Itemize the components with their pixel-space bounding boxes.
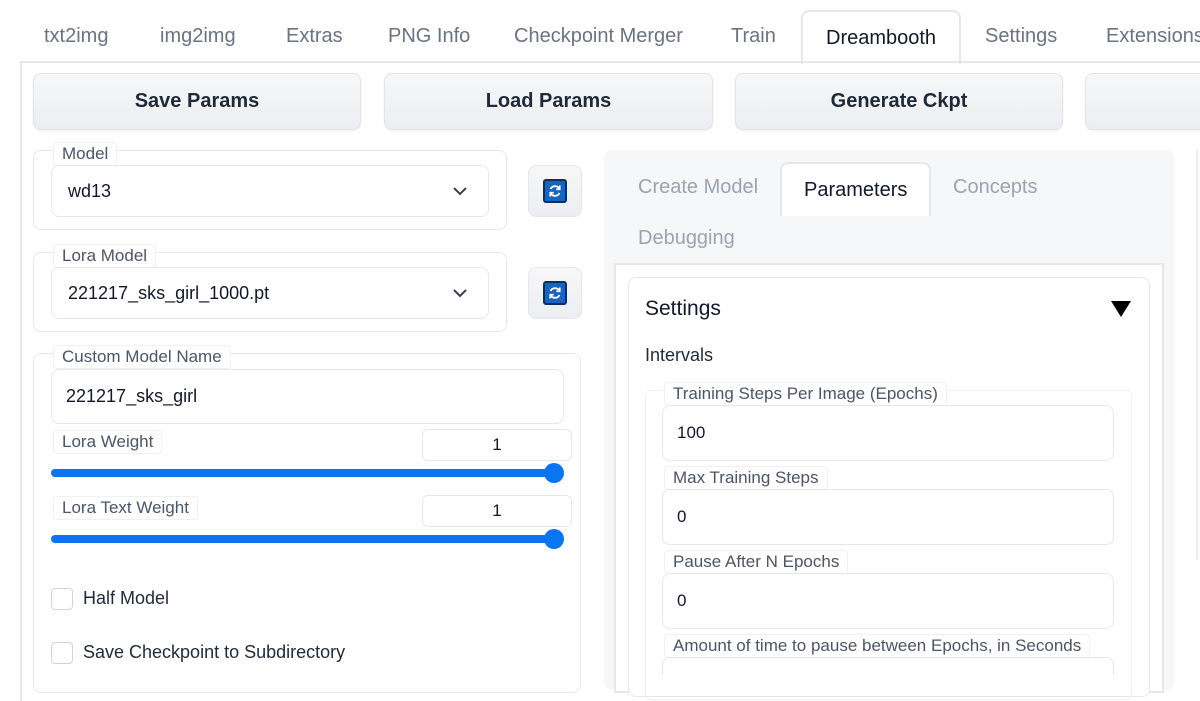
pause-time-between-epochs-label: Amount of time to pause between Epochs, …	[664, 634, 1091, 658]
subtab-parameters[interactable]: Parameters	[780, 162, 932, 216]
top-tab-bar: txt2img img2img Extras PNG Info Checkpoi…	[0, 0, 1200, 64]
generate-ckpt-button[interactable]: Generate Ckpt	[735, 73, 1063, 130]
pause-after-n-epochs-input[interactable]: 0	[662, 573, 1114, 629]
pause-time-between-epochs-input[interactable]	[662, 657, 1114, 675]
lora-weight-number-input[interactable]: 1	[422, 429, 572, 461]
max-training-steps-value: 0	[677, 507, 687, 526]
side-panel-edge	[1196, 150, 1200, 560]
tab-txt2img[interactable]: txt2img	[44, 10, 108, 62]
intervals-heading: Intervals	[645, 345, 714, 365]
settings-accordion-title[interactable]: Settings	[645, 297, 721, 321]
tab-dreambooth[interactable]: Dreambooth	[801, 10, 962, 64]
tab-settings[interactable]: Settings	[985, 10, 1057, 62]
max-training-steps-label: Max Training Steps	[664, 466, 828, 490]
subtab-concepts[interactable]: Concepts	[953, 176, 1038, 199]
half-model-label: Half Model	[83, 588, 170, 608]
lora-model-dropdown[interactable]: 221217_sks_girl_1000.pt	[51, 267, 489, 319]
training-steps-per-image-input[interactable]: 100	[662, 405, 1114, 461]
model-dropdown-value: wd13	[68, 180, 112, 201]
custom-model-name-label: Custom Model Name	[53, 345, 231, 369]
training-steps-per-image-value: 100	[677, 423, 706, 442]
lora-weight-slider[interactable]	[51, 463, 564, 483]
lora-weight-slider-fill	[51, 469, 563, 477]
lora-text-weight-number-input[interactable]: 1	[422, 495, 572, 527]
pause-after-n-epochs-value: 0	[677, 591, 687, 610]
tab-img2img[interactable]: img2img	[160, 10, 236, 62]
refresh-icon	[543, 179, 567, 203]
training-steps-per-image-label: Training Steps Per Image (Epochs)	[664, 382, 947, 406]
model-dropdown[interactable]: wd13	[51, 165, 489, 217]
chevron-down-icon	[453, 187, 467, 196]
save-ckpt-subdirectory-label: Save Checkpoint to Subdirectory	[83, 642, 346, 662]
model-label: Model	[53, 142, 118, 166]
tab-checkpoint-merger[interactable]: Checkpoint Merger	[514, 10, 683, 62]
tab-png-info[interactable]: PNG Info	[388, 10, 470, 62]
refresh-lora-model-button[interactable]	[528, 267, 582, 319]
lora-text-weight-slider[interactable]	[51, 529, 564, 549]
toolbar-button-cut-off[interactable]	[1085, 73, 1200, 130]
half-model-checkbox[interactable]	[51, 588, 73, 610]
tab-extensions[interactable]: Extensions	[1106, 10, 1200, 62]
load-params-button[interactable]: Load Params	[384, 73, 713, 130]
subtab-create-model[interactable]: Create Model	[638, 176, 758, 199]
lora-weight-slider-thumb[interactable]	[544, 463, 564, 483]
lora-text-weight-slider-thumb[interactable]	[544, 529, 564, 549]
tab-train[interactable]: Train	[731, 10, 776, 62]
custom-model-name-input[interactable]: 221217_sks_girl	[51, 369, 564, 424]
lora-text-weight-label: Lora Text Weight	[53, 496, 198, 520]
lora-model-label: Lora Model	[53, 244, 157, 268]
pause-after-n-epochs-label: Pause After N Epochs	[664, 550, 849, 574]
lora-model-dropdown-value: 221217_sks_girl_1000.pt	[68, 282, 270, 303]
custom-model-name-value: 221217_sks_girl	[66, 386, 198, 406]
refresh-icon	[543, 281, 567, 305]
lora-text-weight-slider-fill	[51, 535, 563, 543]
save-ckpt-subdirectory-checkbox[interactable]	[51, 642, 73, 664]
refresh-model-button[interactable]	[528, 165, 582, 217]
max-training-steps-input[interactable]: 0	[662, 489, 1114, 545]
save-params-button[interactable]: Save Params	[33, 73, 361, 130]
lora-weight-label: Lora Weight	[53, 430, 163, 454]
subtab-debugging[interactable]: Debugging	[638, 227, 735, 250]
tab-extras[interactable]: Extras	[286, 10, 343, 62]
chevron-down-icon	[453, 289, 467, 298]
collapse-triangle-icon[interactable]	[1110, 300, 1132, 318]
